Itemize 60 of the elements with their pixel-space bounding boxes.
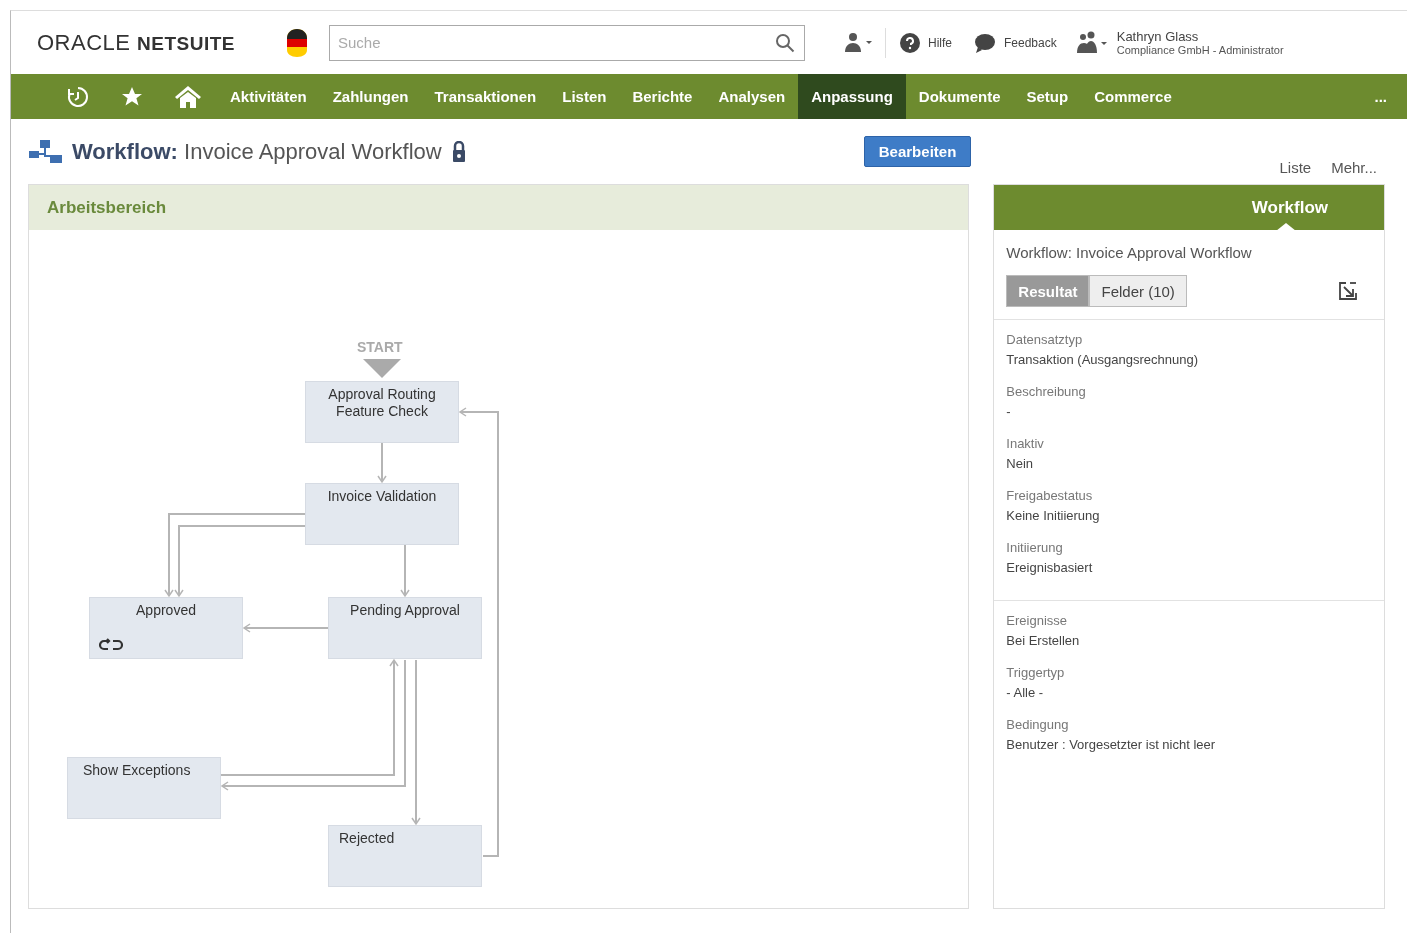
nav-tab[interactable]: Aktivitäten bbox=[217, 74, 320, 119]
workflow-icon bbox=[28, 138, 62, 165]
side-panel-title: Workflow: Invoice Approval Workflow bbox=[1006, 244, 1253, 261]
history-icon[interactable] bbox=[66, 84, 90, 109]
oracle-netsuite-logo[interactable]: ORACLE NETSUITE bbox=[37, 29, 285, 56]
edit-button[interactable]: Bearbeiten bbox=[863, 136, 972, 167]
nav-tab[interactable]: Berichte bbox=[619, 74, 706, 119]
chat-bubble-icon[interactable] bbox=[974, 32, 996, 53]
search-icon[interactable] bbox=[775, 32, 795, 53]
transition-arrow bbox=[400, 544, 410, 597]
transition-arrow bbox=[377, 442, 387, 483]
field-label: Datensatztyp bbox=[1006, 331, 1084, 349]
field-value: Transaktion (Ausgangsrechnung) bbox=[1006, 351, 1200, 369]
nav-tab[interactable]: Dokumente bbox=[905, 74, 1014, 119]
field-label: Bedingung bbox=[1006, 716, 1070, 734]
field-value: Bei Erstellen bbox=[1006, 632, 1081, 650]
start-label: START bbox=[357, 339, 403, 355]
workflow-state[interactable]: Invoice Validation bbox=[305, 483, 459, 545]
more-menu-tab[interactable]: ... bbox=[1361, 74, 1407, 119]
field-label: Triggertyp bbox=[1006, 664, 1066, 682]
nav-tab[interactable]: Listen bbox=[549, 74, 620, 119]
search-field[interactable]: Suche bbox=[329, 24, 805, 61]
page-title: Workflow: Invoice Approval Workflow bbox=[72, 138, 442, 165]
workspace-header: Arbeitsbereich bbox=[29, 185, 969, 230]
field-label: Beschreibung bbox=[1006, 383, 1087, 401]
field-label: Ereignisse bbox=[1006, 612, 1068, 630]
field-label: Initiierung bbox=[1006, 539, 1064, 557]
start-marker bbox=[363, 359, 401, 378]
page-link[interactable]: Mehr... bbox=[1331, 159, 1377, 176]
help-link[interactable]: Hilfe bbox=[928, 35, 952, 50]
workflow-state[interactable]: Rejected bbox=[328, 825, 482, 887]
nav-tab[interactable]: Analysen bbox=[705, 74, 799, 119]
export-icon[interactable] bbox=[1338, 281, 1358, 301]
view-toggle[interactable]: Felder (10) bbox=[1089, 275, 1187, 307]
page-link[interactable]: Liste bbox=[1279, 159, 1312, 176]
field-value: Benutzer : Vorgesetzter ist nicht leer bbox=[1006, 736, 1217, 754]
workflow-state[interactable]: Pending Approval bbox=[328, 597, 482, 659]
workflow-state[interactable]: Approved bbox=[89, 597, 243, 659]
nav-tab[interactable]: Transaktionen bbox=[421, 74, 550, 119]
field-label: Freigabestatus bbox=[1006, 487, 1094, 505]
user-name[interactable]: Kathryn Glass bbox=[1116, 29, 1284, 44]
users-icon[interactable] bbox=[1074, 30, 1109, 55]
nav-tab[interactable]: Commerce bbox=[1081, 74, 1185, 119]
user-role[interactable]: Compliance GmbH - Administrator bbox=[1116, 44, 1284, 56]
flag-icon[interactable] bbox=[285, 27, 309, 58]
field-value: - bbox=[1006, 403, 1012, 421]
field-value: Nein bbox=[1006, 455, 1035, 473]
home-icon[interactable] bbox=[174, 83, 202, 110]
workflow-state[interactable]: Show Exceptions bbox=[67, 757, 221, 819]
help-icon[interactable] bbox=[900, 32, 920, 53]
side-panel-tab[interactable]: Workflow bbox=[994, 185, 1384, 230]
nav-tab[interactable]: Setup bbox=[1013, 74, 1082, 119]
field-label: Inaktiv bbox=[1006, 435, 1045, 453]
nav-tab[interactable]: Zahlungen bbox=[319, 74, 422, 119]
field-value: Ereignisbasiert bbox=[1006, 559, 1094, 577]
field-value: - Alle - bbox=[1006, 684, 1045, 702]
feedback-link[interactable]: Feedback bbox=[1004, 35, 1057, 50]
workflow-state[interactable]: Approval Routing Feature Check bbox=[305, 381, 459, 443]
field-value: Keine Initiierung bbox=[1006, 507, 1101, 525]
nav-tab[interactable]: Anpassung bbox=[798, 74, 906, 119]
